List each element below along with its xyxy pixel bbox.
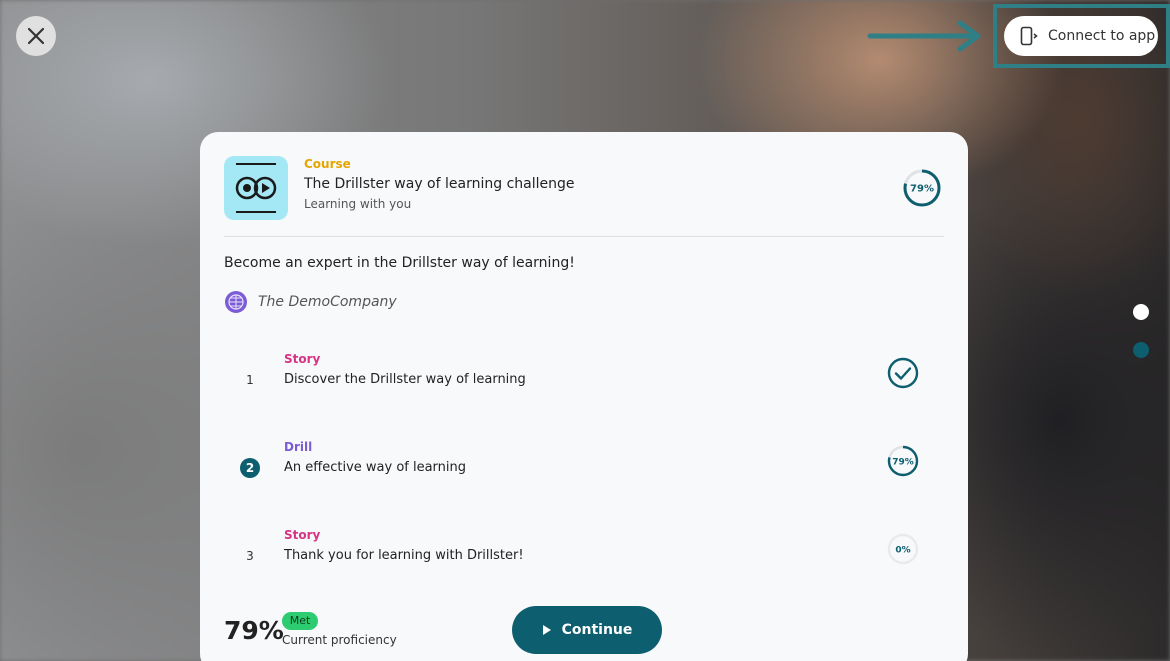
list-item[interactable]: 3 Story Thank you for learning with Dril… <box>224 528 944 588</box>
step-progress-ring: 79% <box>887 445 919 477</box>
step-number: 1 <box>246 373 254 387</box>
course-thumbnail <box>224 156 288 220</box>
globe-icon <box>225 291 247 313</box>
course-type-label: Course <box>304 157 351 171</box>
course-card: Course The Drillster way of learning cha… <box>200 132 968 661</box>
phone-connect-icon <box>1020 26 1038 46</box>
organization-name: The DemoCompany <box>258 294 397 310</box>
step-number: 3 <box>246 549 254 563</box>
connect-to-app-button[interactable]: Connect to app <box>1004 16 1158 56</box>
divider <box>224 236 944 237</box>
continue-label: Continue <box>561 622 633 638</box>
step-type: Story <box>284 352 321 366</box>
proficiency-value: 79% <box>224 616 284 645</box>
step-progress-ring: 0% <box>887 533 919 565</box>
pager-dot-2[interactable] <box>1133 342 1149 358</box>
play-icon <box>542 625 551 635</box>
step-type: Drill <box>284 440 313 454</box>
step-title: An effective way of learning <box>284 460 467 475</box>
course-progress-ring: 79% <box>903 169 941 207</box>
close-button[interactable] <box>16 16 56 56</box>
check-circle-icon <box>887 357 919 389</box>
organization: The DemoCompany <box>224 290 397 314</box>
status-badge: Met <box>282 612 318 630</box>
list-item[interactable]: 1 Story Discover the Drillster way of le… <box>224 352 944 412</box>
step-title: Thank you for learning with Drillster! <box>284 548 524 563</box>
close-icon <box>27 27 45 45</box>
course-description: Become an expert in the Drillster way of… <box>224 255 575 271</box>
course-subtitle: Learning with you <box>304 197 412 211</box>
step-title: Discover the Drillster way of learning <box>284 372 526 387</box>
connect-label: Connect to app <box>1048 28 1156 44</box>
arrow-icon <box>867 20 981 52</box>
pager-dot-1[interactable] <box>1133 304 1149 320</box>
step-number: 2 <box>240 458 260 478</box>
step-progress-label: 0% <box>895 546 910 556</box>
list-item[interactable]: 2 Drill An effective way of learning 79% <box>224 440 944 500</box>
step-type: Story <box>284 528 321 542</box>
proficiency-label: Current proficiency <box>282 633 397 647</box>
course-logo-icon <box>235 163 277 213</box>
course-progress-label: 79% <box>910 184 934 195</box>
continue-button[interactable]: Continue <box>512 606 662 654</box>
step-progress-label: 79% <box>892 458 914 468</box>
course-title: The Drillster way of learning challenge <box>304 176 575 192</box>
course-header: Course The Drillster way of learning cha… <box>224 156 944 236</box>
